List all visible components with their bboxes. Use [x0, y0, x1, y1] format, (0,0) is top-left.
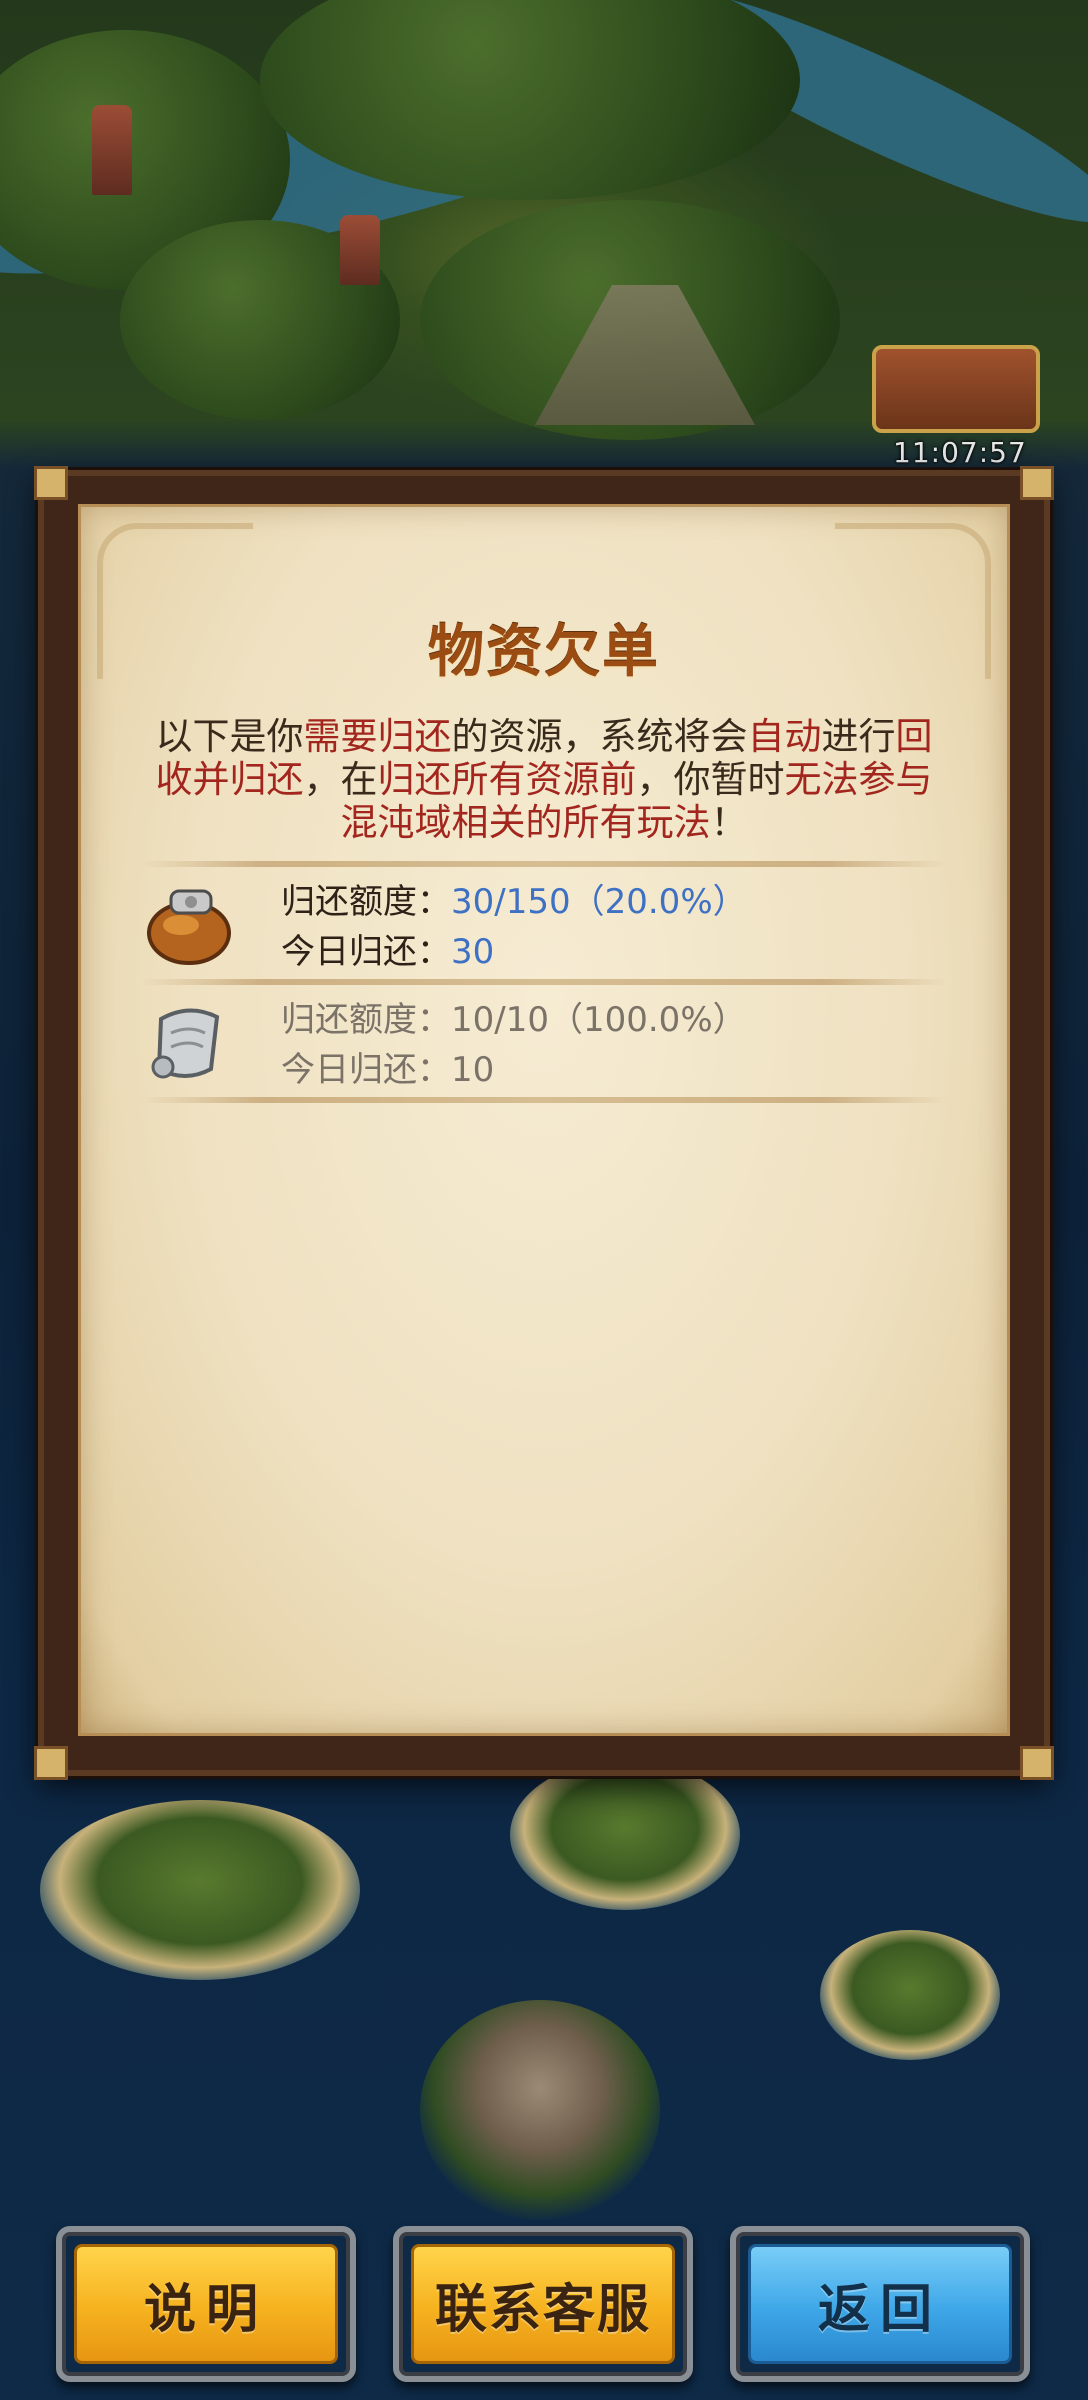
treasure-chest-icon[interactable]: [872, 345, 1040, 433]
quota-label: 归还额度：: [281, 882, 451, 922]
divider: [141, 861, 947, 867]
button-face: 返回: [748, 2244, 1012, 2364]
back-button[interactable]: 返回: [730, 2226, 1030, 2382]
notice-segment: ！: [710, 801, 748, 844]
island[interactable]: [820, 1930, 1000, 2060]
quota-value: 10/10（100.0%）: [451, 1000, 747, 1040]
help-button[interactable]: 说明: [56, 2226, 356, 2382]
divider: [141, 979, 947, 985]
notice-segment: 的资源，系统将会: [451, 715, 748, 758]
frame-corner: [1020, 466, 1054, 500]
dialog-title: 物资欠单: [428, 620, 660, 685]
frame-corner: [34, 466, 68, 500]
notice-segment: ，在: [303, 758, 378, 801]
bag-icon: [147, 889, 231, 965]
resource-info: 归还额度：30/150（20.0%） 今日归还：30: [281, 877, 747, 977]
island[interactable]: [510, 1760, 740, 1910]
notice-highlight: 需要归还: [303, 715, 452, 758]
quota-value: 30/150（20.0%）: [451, 882, 747, 922]
notice-segment: ，你暂时: [636, 758, 785, 801]
today-label: 今日归还：: [281, 1050, 451, 1090]
quota-line: 归还额度：10/10（100.0%）: [281, 995, 747, 1045]
island[interactable]: [40, 1800, 360, 1980]
today-line: 今日归还：30: [281, 927, 747, 977]
parchment: 物资欠单 以下是你需要归还的资源，系统将会自动进行回收并归还，在归还所有资源前，…: [78, 504, 1010, 1736]
contact-support-button[interactable]: 联系客服: [393, 2226, 693, 2382]
tower-landmark[interactable]: [92, 105, 132, 195]
resource-row: 归还额度：30/150（20.0%） 今日归还：30: [141, 871, 947, 975]
notice-text: 以下是你需要归还的资源，系统将会自动进行回收并归还，在归还所有资源前，你暂时无法…: [151, 715, 937, 844]
help-button-label: 说明: [143, 2279, 268, 2340]
divider: [141, 1097, 947, 1103]
frame-corner: [34, 1746, 68, 1780]
skull-island[interactable]: [420, 2000, 660, 2220]
notice-highlight: 归还所有资源前: [377, 758, 637, 801]
scroll-icon: [151, 1008, 220, 1079]
frame-corner: [1020, 1746, 1054, 1780]
resource-info: 归还额度：10/10（100.0%） 今日归还：10: [281, 995, 747, 1095]
button-face: 联系客服: [411, 2244, 675, 2364]
today-label: 今日归还：: [281, 932, 451, 972]
notice-segment: 以下是你: [155, 715, 304, 758]
quota-line: 归还额度：30/150（20.0%）: [281, 877, 747, 927]
notice-segment: 进行: [821, 715, 896, 758]
button-face: 说明: [74, 2244, 338, 2364]
tower-landmark[interactable]: [340, 215, 380, 285]
resource-row: 归还额度：10/10（100.0%） 今日归还：10: [141, 989, 947, 1093]
today-value: 30: [451, 932, 495, 972]
debt-dialog: 物资欠单 以下是你需要归还的资源，系统将会自动进行回收并归还，在归还所有资源前，…: [34, 466, 1054, 1780]
notice-highlight: 自动: [747, 715, 822, 758]
today-line: 今日归还：10: [281, 1045, 747, 1095]
clock-text: 11:07:57: [893, 436, 1027, 469]
back-button-label: 返回: [817, 2279, 942, 2340]
quota-label: 归还额度：: [281, 1000, 451, 1040]
today-value: 10: [451, 1050, 495, 1090]
contact-support-button-label: 联系客服: [434, 2279, 651, 2340]
